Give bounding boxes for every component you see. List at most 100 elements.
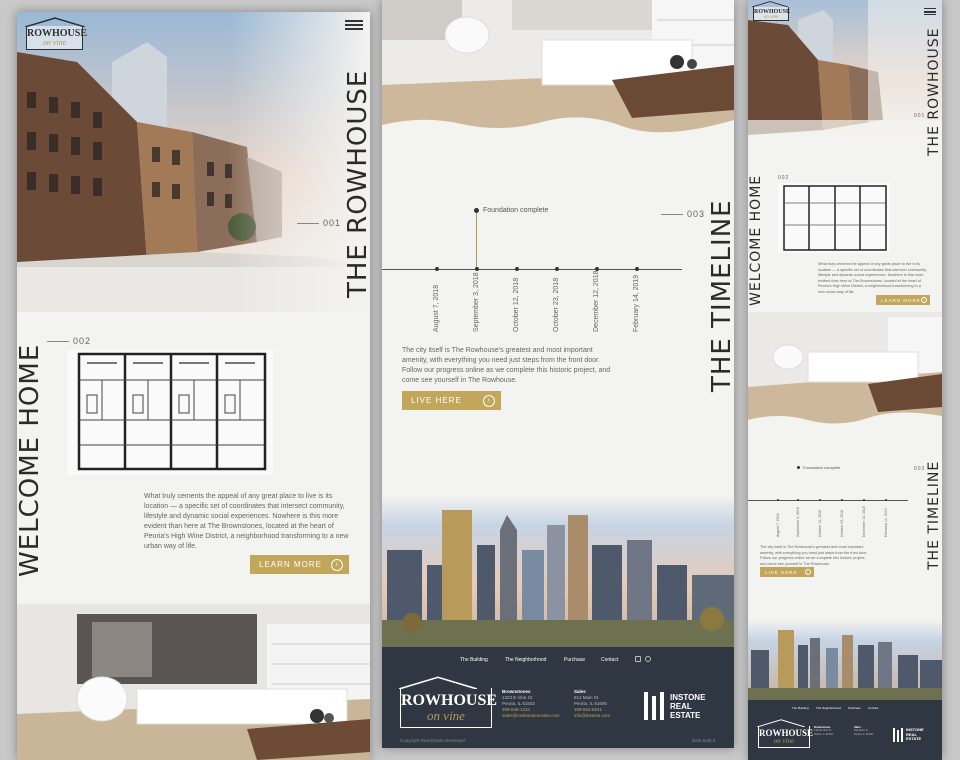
- footer-nav-building[interactable]: The Building: [460, 657, 488, 663]
- welcome-heading: WELCOME HOME: [748, 174, 764, 306]
- menu-icon[interactable]: [924, 8, 936, 15]
- site-footer: The Building The Neighborhood Purchase C…: [748, 700, 942, 760]
- timeline-date: October 23, 2018: [553, 277, 560, 332]
- timeline-dot[interactable]: [555, 267, 559, 271]
- footer-col-sales: Sales 812 Main St. Peoria, IL 61606: [854, 726, 873, 736]
- brand-logo[interactable]: ROWHOUSE on vine: [25, 17, 87, 50]
- intro-paragraph: What truly cements the appeal of any gre…: [144, 493, 349, 550]
- credit[interactable]: Dark Built It: [692, 738, 715, 744]
- menu-icon[interactable]: [345, 20, 363, 30]
- timeline-dot[interactable]: [819, 499, 821, 501]
- partner-line-1: INSTONE: [670, 692, 706, 702]
- footer-email[interactable]: sales@rowhouseonvine.com: [502, 713, 560, 718]
- footer-phone[interactable]: 309-553-5641: [574, 707, 602, 712]
- footer-nav-purchase[interactable]: Purchase: [564, 657, 585, 663]
- milestone-connector: [476, 213, 477, 269]
- city-skyline-image: [748, 620, 942, 700]
- page-title: THE ROWHOUSE: [343, 69, 370, 298]
- mobile-preview-panel: ROWHOUSE on vine THE ROWHOUSE 001 WELCOM…: [748, 0, 942, 760]
- learn-more-label: LEARN MORE: [881, 297, 921, 303]
- footer-nav-contact[interactable]: Contact: [868, 706, 878, 710]
- footer-brand-logo[interactable]: ROWHOUSE on vine: [757, 719, 813, 748]
- timeline-dot[interactable]: [885, 499, 887, 501]
- footer-phone[interactable]: 309-648-1234: [502, 707, 530, 712]
- live-here-label: LIVE HERE: [765, 569, 798, 575]
- live-here-label: LIVE HERE: [411, 396, 462, 405]
- hero-brownstones-image: [748, 0, 942, 140]
- timeline-date: August 7, 2018: [776, 513, 780, 537]
- learn-more-button[interactable]: LEARN MORE ›: [250, 555, 349, 574]
- partner-line-3: ESTATE: [906, 736, 922, 742]
- desktop-home-panel: ROWHOUSE on vine THE ROWHOUSE 001 WELCOM…: [17, 12, 370, 760]
- footer-email[interactable]: info@instone.com: [574, 713, 610, 718]
- brand-sub: on vine: [763, 15, 779, 20]
- arrow-right-icon: ›: [483, 394, 495, 407]
- timeline-date: February 14, 2019: [633, 274, 640, 332]
- instone-mark-icon: [644, 692, 664, 720]
- partner-logo[interactable]: INSTONE REAL ESTATE: [644, 692, 705, 720]
- timeline-dot[interactable]: [635, 267, 639, 271]
- footer-nav-building[interactable]: The Building: [792, 706, 809, 710]
- timeline-axis: [748, 500, 908, 501]
- live-here-button[interactable]: LIVE HERE ›: [760, 567, 814, 577]
- divider: [47, 341, 69, 342]
- page-title: THE ROWHOUSE: [926, 27, 942, 157]
- section-number-3: 003: [687, 209, 706, 219]
- timeline-date: December 12, 2018: [862, 506, 866, 537]
- learn-more-button[interactable]: LEARN MORE ›: [876, 295, 930, 305]
- roof-icon: [399, 676, 477, 689]
- section-number-2: 002: [73, 336, 92, 346]
- footer-nav-neighborhood[interactable]: The Neighborhood: [505, 657, 546, 663]
- copyright: Copyright Real Estate Developer: [400, 738, 466, 743]
- footer-nav-purchase[interactable]: Purchase: [848, 706, 861, 710]
- brand-sub: on vine: [42, 38, 67, 47]
- instagram-icon[interactable]: [645, 656, 651, 662]
- footer-col-sales: Sales 812 Main St. Peoria, IL 61606 309-…: [574, 689, 610, 719]
- welcome-heading: WELCOME HOME: [17, 343, 45, 577]
- brand-logo[interactable]: ROWHOUSE on vine: [752, 1, 790, 21]
- timeline-date: October 12, 2018: [513, 277, 520, 332]
- divider: [297, 223, 319, 224]
- timeline-dot[interactable]: [841, 499, 843, 501]
- timeline-dot[interactable]: [475, 267, 479, 271]
- footer-brand-logo[interactable]: ROWHOUSE on vine: [399, 676, 497, 728]
- timeline-paragraph: The city itself is The Rowhouse's greate…: [760, 545, 868, 566]
- timeline-dot[interactable]: [777, 499, 779, 501]
- roof-icon: [757, 719, 805, 727]
- footer-nav-contact[interactable]: Contact: [601, 657, 618, 663]
- facebook-icon[interactable]: [635, 656, 641, 662]
- interior-lounge-image: [382, 0, 734, 135]
- partner-logo[interactable]: INSTONE REAL ESTATE: [893, 728, 924, 742]
- timeline-date: October 12, 2018: [818, 509, 822, 537]
- site-footer: The Building The Neighborhood Purchase C…: [382, 647, 734, 748]
- hero-brownstones-image: [17, 12, 370, 312]
- interior-living-room-image: [17, 604, 370, 760]
- floorplan-image: [67, 350, 273, 475]
- section-number: 001: [323, 218, 342, 228]
- footer-city: Peoria, IL 61606: [574, 701, 607, 706]
- timeline-dot[interactable]: [435, 267, 439, 271]
- floorplan-image: [778, 183, 890, 253]
- timeline-dot[interactable]: [863, 499, 865, 501]
- footer-city: Peoria, IL 61606: [854, 732, 873, 736]
- footer-address: 1323 E Vine St.: [502, 695, 534, 700]
- timeline-dot[interactable]: [515, 267, 519, 271]
- instone-mark-icon: [893, 728, 903, 742]
- timeline-title: THE TIMELINE: [707, 199, 734, 392]
- timeline-date: February 14, 2019: [884, 508, 888, 537]
- live-here-button[interactable]: LIVE HERE ›: [402, 391, 501, 410]
- timeline-title: THE TIMELINE: [926, 460, 942, 570]
- partner-line-3: ESTATE: [670, 710, 701, 720]
- footer-brand-sub: on vine: [773, 737, 795, 745]
- interior-lounge-image: [748, 312, 942, 430]
- timeline-dot[interactable]: [797, 499, 799, 501]
- footer-col-brownstones: Brownstones 1323 E Vine St. Peoria, IL 6…: [502, 689, 560, 719]
- milestone-label: Foundation complete: [803, 465, 841, 470]
- partner-line-2: REAL: [670, 701, 692, 711]
- roof-icon: [25, 17, 85, 27]
- footer-nav-neighborhood[interactable]: The Neighborhood: [816, 706, 841, 710]
- footer-col2-title: Sales: [574, 689, 586, 694]
- milestone-marker[interactable]: [797, 466, 800, 469]
- timeline-date: September 3, 2018: [473, 272, 480, 332]
- footer-address: 812 Main St.: [574, 695, 600, 700]
